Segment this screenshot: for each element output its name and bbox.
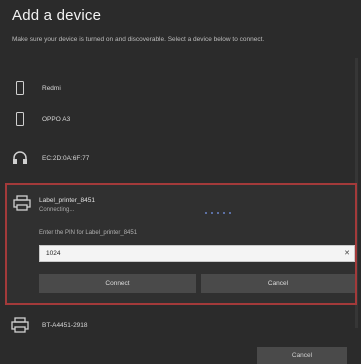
- device-name: Redmi: [42, 84, 61, 92]
- selected-device-panel[interactable]: Label_printer_8451 Connecting... Enter t…: [5, 183, 357, 305]
- device-name: EC:2D:0A:6F:77: [42, 154, 90, 162]
- device-name: OPPO A3: [42, 115, 71, 123]
- cancel-button[interactable]: Cancel: [257, 347, 347, 364]
- connect-button[interactable]: Connect: [39, 274, 196, 293]
- connection-status: Connecting...: [39, 207, 75, 213]
- pin-label: Enter the PIN for Label_printer_8451: [39, 230, 138, 236]
- phone-icon: [10, 78, 30, 98]
- printer-icon: [13, 195, 31, 216]
- printer-icon: [10, 315, 30, 335]
- device-name: BT-A4451-2918: [42, 321, 88, 329]
- phone-icon: [10, 109, 30, 129]
- device-list-item[interactable]: OPPO A3: [10, 106, 345, 132]
- device-list-item[interactable]: EC:2D:0A:6F:77: [10, 145, 345, 171]
- dialog-subtitle: Make sure your device is turned on and d…: [12, 36, 265, 43]
- device-list-item[interactable]: BT-A4451-2918: [10, 312, 345, 338]
- dialog-title: Add a device: [12, 7, 102, 24]
- pin-input[interactable]: 1024 ✕: [39, 245, 355, 262]
- headphones-icon: [10, 148, 30, 168]
- progress-dots: [205, 212, 231, 214]
- selected-device-name: Label_printer_8451: [39, 197, 96, 204]
- device-list-item[interactable]: Redmi: [10, 75, 345, 101]
- clear-icon[interactable]: ✕: [344, 246, 350, 261]
- pin-value: 1024: [46, 250, 61, 257]
- cancel-pairing-button[interactable]: Cancel: [201, 274, 355, 293]
